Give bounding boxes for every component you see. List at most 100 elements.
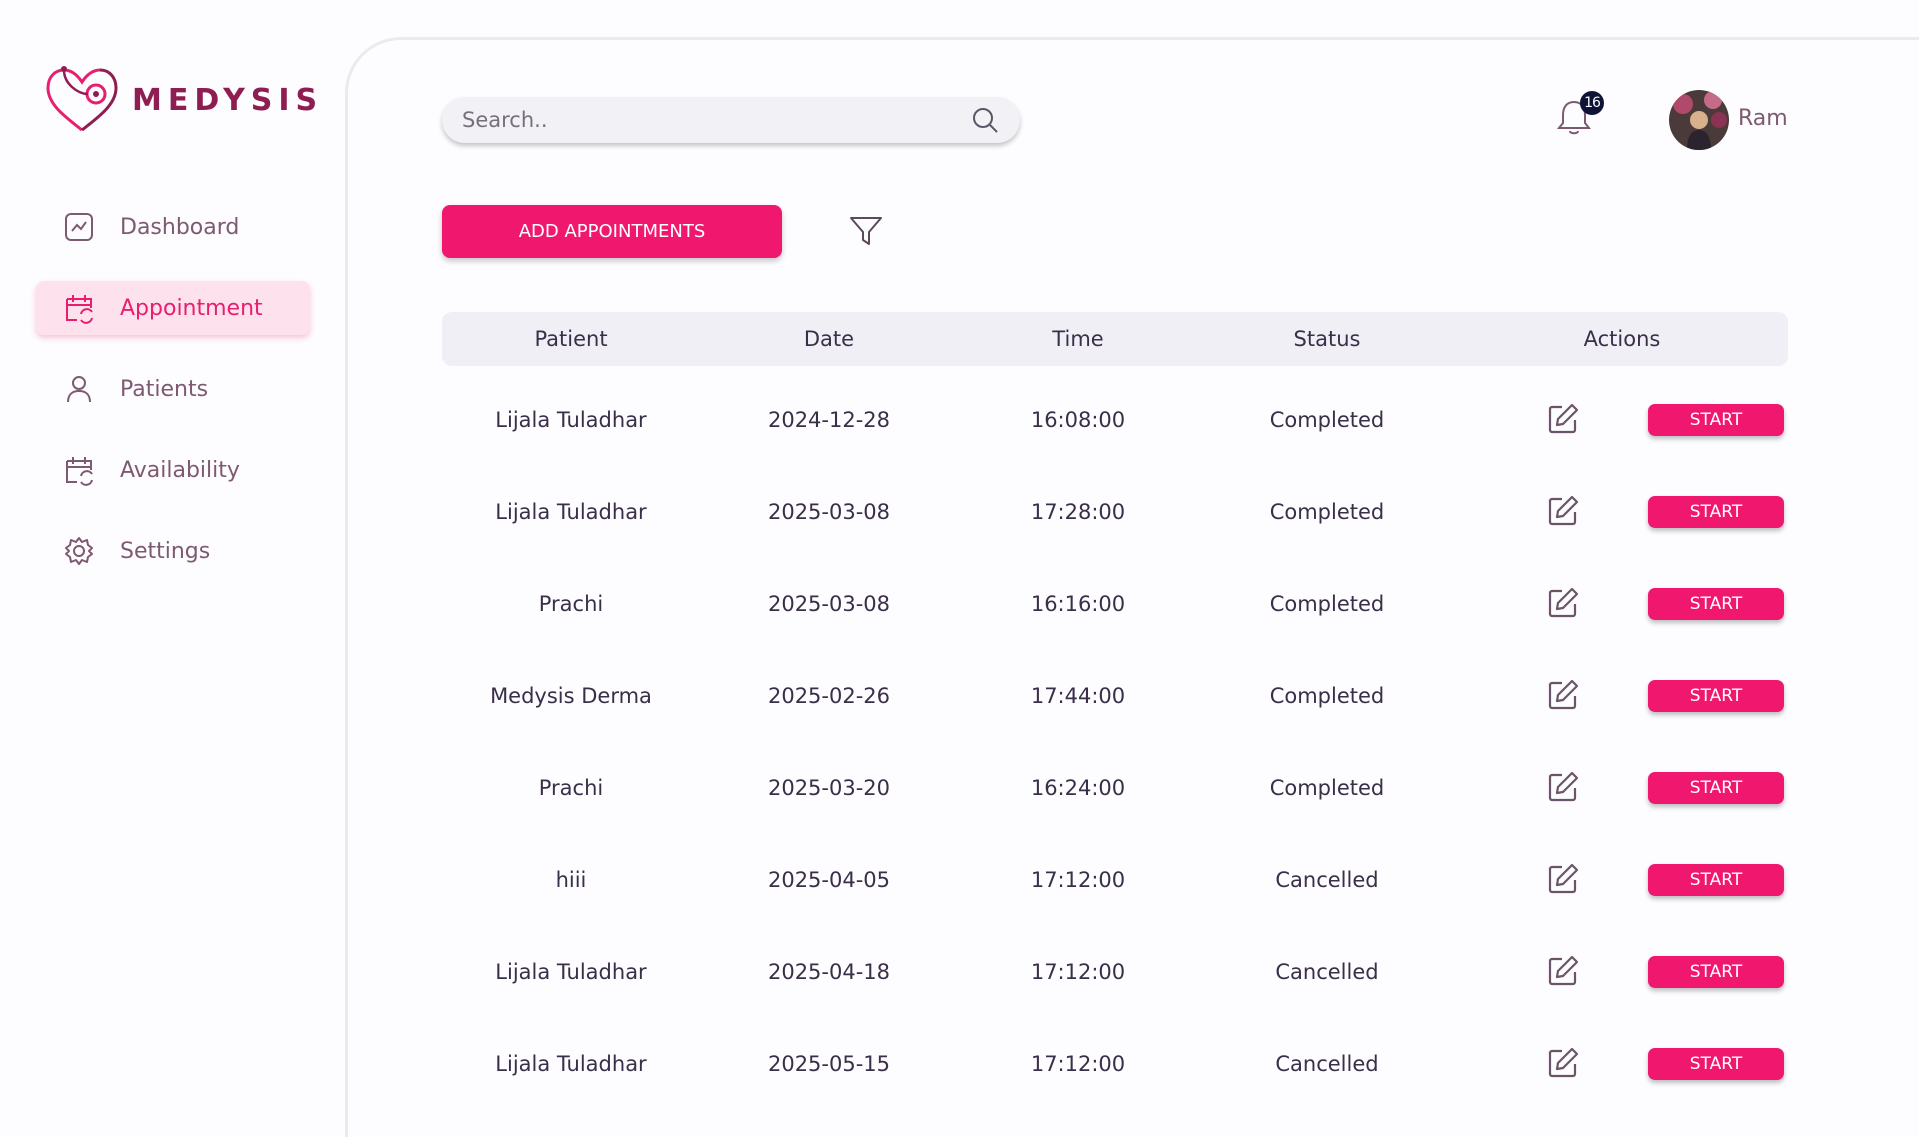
cell-date: 2025-02-26 xyxy=(767,684,891,708)
cell-actions: START xyxy=(1456,954,1788,990)
cell-date: 2025-03-08 xyxy=(767,500,891,524)
cell-status: Cancelled xyxy=(1275,1052,1379,1076)
start-button[interactable]: START xyxy=(1648,404,1784,436)
cell-patient: Medysis Derma xyxy=(490,684,652,708)
avatar[interactable] xyxy=(1669,90,1729,150)
sidebar-item-appointment[interactable]: Appointment xyxy=(36,281,310,335)
column-header-date[interactable]: Date xyxy=(700,327,958,351)
sidebar-item-label: Patients xyxy=(120,376,209,402)
cell-time: 17:28:00 xyxy=(1030,500,1126,524)
add-appointments-button[interactable]: ADD APPOINTMENTS xyxy=(442,205,782,258)
cell-actions: START xyxy=(1456,770,1788,806)
column-header-status[interactable]: Status xyxy=(1198,327,1456,351)
cell-status: Completed xyxy=(1269,592,1385,616)
brand-name: MEDYSIS xyxy=(132,82,324,118)
sidebar-item-dashboard[interactable]: Dashboard xyxy=(36,200,310,254)
cell-date: 2025-03-20 xyxy=(767,776,891,800)
calendar-icon xyxy=(62,291,96,325)
start-button[interactable]: START xyxy=(1648,588,1784,620)
cell-status: Completed xyxy=(1269,776,1385,800)
cell-time: 17:12:00 xyxy=(1030,1052,1126,1076)
cell-actions: START xyxy=(1456,494,1788,530)
cell-status: Cancelled xyxy=(1275,868,1379,892)
appointments-table: Patient Date Time Status Actions Lijala … xyxy=(442,312,1788,1110)
cell-time: 16:24:00 xyxy=(1030,776,1126,800)
filter-icon[interactable] xyxy=(848,213,884,249)
sidebar-item-patients[interactable]: Patients xyxy=(36,362,310,416)
gear-icon xyxy=(62,534,96,568)
edit-icon[interactable] xyxy=(1546,586,1582,622)
cell-patient: Lijala Tuladhar xyxy=(495,500,647,524)
table-row: Lijala Tuladhar 2025-05-15 17:12:00 Canc… xyxy=(442,1018,1788,1110)
stethoscope-heart-icon xyxy=(46,66,118,132)
search-icon[interactable] xyxy=(970,105,1000,135)
sidebar-item-label: Availability xyxy=(120,457,240,483)
logo[interactable]: MEDYSIS xyxy=(44,64,323,136)
cell-patient: Lijala Tuladhar xyxy=(495,408,647,432)
cell-patient: Prachi xyxy=(538,592,604,616)
table-row: Prachi 2025-03-20 16:24:00 Completed STA… xyxy=(442,742,1788,834)
table-header: Patient Date Time Status Actions xyxy=(442,312,1788,366)
edit-icon[interactable] xyxy=(1546,954,1582,990)
calendar-icon xyxy=(62,453,96,487)
cell-time: 17:12:00 xyxy=(1030,868,1126,892)
sidebar: MEDYSIS Dashboard Appointment Patients A… xyxy=(0,0,345,1079)
search-bar xyxy=(442,97,1020,143)
cell-actions: START xyxy=(1456,678,1788,714)
cell-actions: START xyxy=(1456,586,1788,622)
sidebar-item-label: Dashboard xyxy=(120,214,240,240)
start-button[interactable]: START xyxy=(1648,496,1784,528)
cell-date: 2025-05-15 xyxy=(767,1052,891,1076)
edit-icon[interactable] xyxy=(1546,494,1582,530)
cell-status: Cancelled xyxy=(1275,960,1379,984)
cell-patient: Prachi xyxy=(538,776,604,800)
cell-status: Completed xyxy=(1269,500,1385,524)
cell-date: 2025-04-05 xyxy=(767,868,891,892)
edit-icon[interactable] xyxy=(1546,678,1582,714)
table-body: Lijala Tuladhar 2024-12-28 16:08:00 Comp… xyxy=(442,374,1788,1110)
cell-date: 2024-12-28 xyxy=(767,408,891,432)
cell-time: 16:08:00 xyxy=(1030,408,1126,432)
start-button[interactable]: START xyxy=(1648,864,1784,896)
edit-icon[interactable] xyxy=(1546,1046,1582,1082)
sidebar-nav: Dashboard Appointment Patients Availabil… xyxy=(36,200,310,605)
sidebar-item-availability[interactable]: Availability xyxy=(36,443,310,497)
cell-time: 16:16:00 xyxy=(1030,592,1126,616)
cell-date: 2025-04-18 xyxy=(767,960,891,984)
sidebar-item-label: Settings xyxy=(120,538,211,564)
chart-icon xyxy=(62,210,96,244)
cell-actions: START xyxy=(1456,1046,1788,1082)
table-row: Prachi 2025-03-08 16:16:00 Completed STA… xyxy=(442,558,1788,650)
user-name: Ram xyxy=(1738,106,1788,131)
notification-badge: 16 xyxy=(1580,91,1604,115)
cell-patient: Lijala Tuladhar xyxy=(495,960,647,984)
sidebar-item-settings[interactable]: Settings xyxy=(36,524,310,578)
table-row: Lijala Tuladhar 2025-03-08 17:28:00 Comp… xyxy=(442,466,1788,558)
column-header-patient[interactable]: Patient xyxy=(442,327,700,351)
cell-status: Completed xyxy=(1269,408,1385,432)
table-row: Lijala Tuladhar 2025-04-18 17:12:00 Canc… xyxy=(442,926,1788,1018)
edit-icon[interactable] xyxy=(1546,402,1582,438)
column-header-time[interactable]: Time xyxy=(958,327,1198,351)
user-icon xyxy=(62,372,96,406)
sidebar-item-label: Appointment xyxy=(120,295,263,321)
search-input[interactable] xyxy=(462,108,970,132)
cell-time: 17:44:00 xyxy=(1030,684,1126,708)
column-header-actions: Actions xyxy=(1583,327,1661,351)
start-button[interactable]: START xyxy=(1648,1048,1784,1080)
edit-icon[interactable] xyxy=(1546,770,1582,806)
start-button[interactable]: START xyxy=(1648,772,1784,804)
cell-status: Completed xyxy=(1269,684,1385,708)
cell-date: 2025-03-08 xyxy=(767,592,891,616)
cell-actions: START xyxy=(1456,402,1788,438)
cell-patient: Lijala Tuladhar xyxy=(495,1052,647,1076)
cell-time: 17:12:00 xyxy=(1030,960,1126,984)
start-button[interactable]: START xyxy=(1648,956,1784,988)
start-button[interactable]: START xyxy=(1648,680,1784,712)
cell-actions: START xyxy=(1456,862,1788,898)
table-row: hiii 2025-04-05 17:12:00 Cancelled START xyxy=(442,834,1788,926)
table-row: Medysis Derma 2025-02-26 17:44:00 Comple… xyxy=(442,650,1788,742)
cell-patient: hiii xyxy=(555,868,587,892)
table-row: Lijala Tuladhar 2024-12-28 16:08:00 Comp… xyxy=(442,374,1788,466)
edit-icon[interactable] xyxy=(1546,862,1582,898)
